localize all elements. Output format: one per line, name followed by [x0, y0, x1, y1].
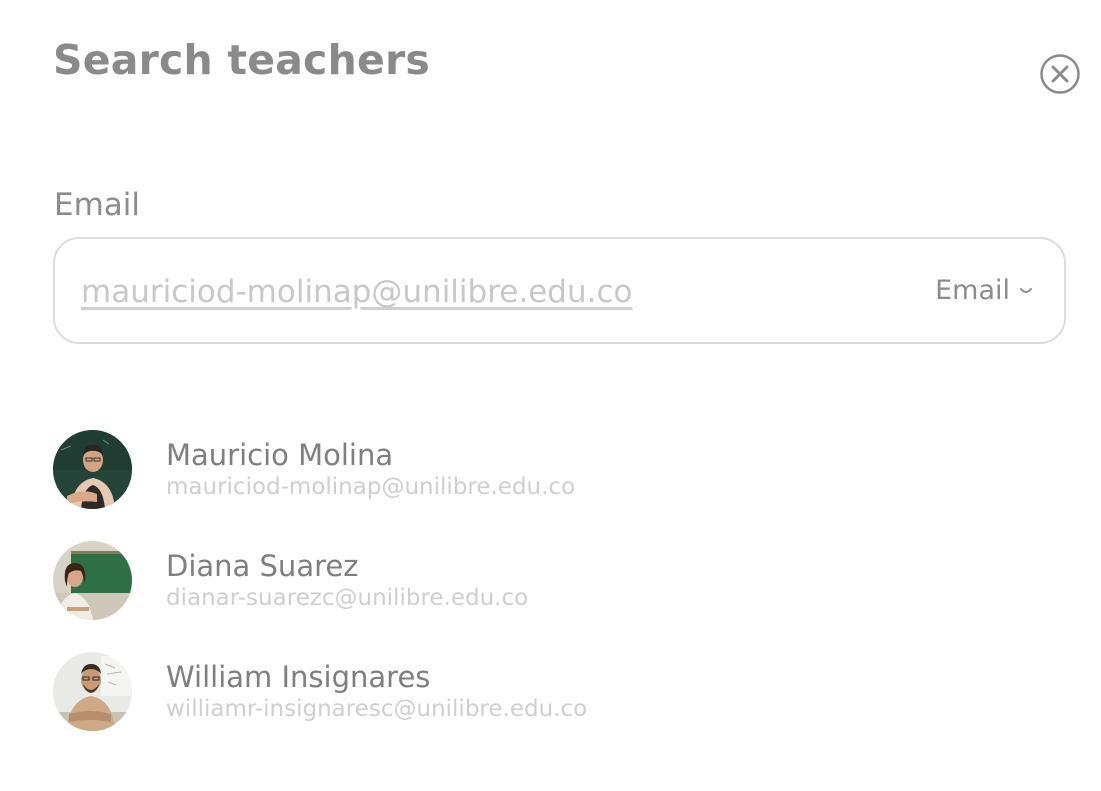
email-field-label: Email [54, 187, 141, 223]
teacher-name: William Insignares [166, 660, 431, 694]
teacher-result-item[interactable]: Diana Suarez dianar-suarezc@unilibre.edu… [53, 541, 753, 621]
teacher-result-item[interactable]: Mauricio Molina mauriciod-molinap@unilib… [53, 430, 753, 510]
search-type-label: Email [935, 275, 1010, 306]
close-button[interactable] [1039, 53, 1081, 95]
dialog-title: Search teachers [53, 36, 430, 84]
teacher-email: mauriciod-molinap@unilibre.edu.co [166, 474, 576, 500]
teacher-result-item[interactable]: William Insignares williamr-insignaresc@… [53, 652, 753, 732]
chevron-down-icon [1020, 287, 1032, 293]
close-circle-icon [1040, 54, 1080, 94]
avatar [53, 541, 132, 620]
teacher-name: Mauricio Molina [166, 438, 394, 472]
email-search-input[interactable] [81, 271, 861, 313]
avatar [53, 430, 132, 509]
teacher-email: williamr-insignaresc@unilibre.edu.co [166, 696, 588, 722]
avatar [53, 652, 132, 731]
teacher-name: Diana Suarez [166, 549, 359, 583]
teacher-email: dianar-suarezc@unilibre.edu.co [166, 585, 529, 611]
search-type-dropdown[interactable]: Email [935, 275, 1034, 306]
email-search-box: Email [53, 237, 1066, 344]
